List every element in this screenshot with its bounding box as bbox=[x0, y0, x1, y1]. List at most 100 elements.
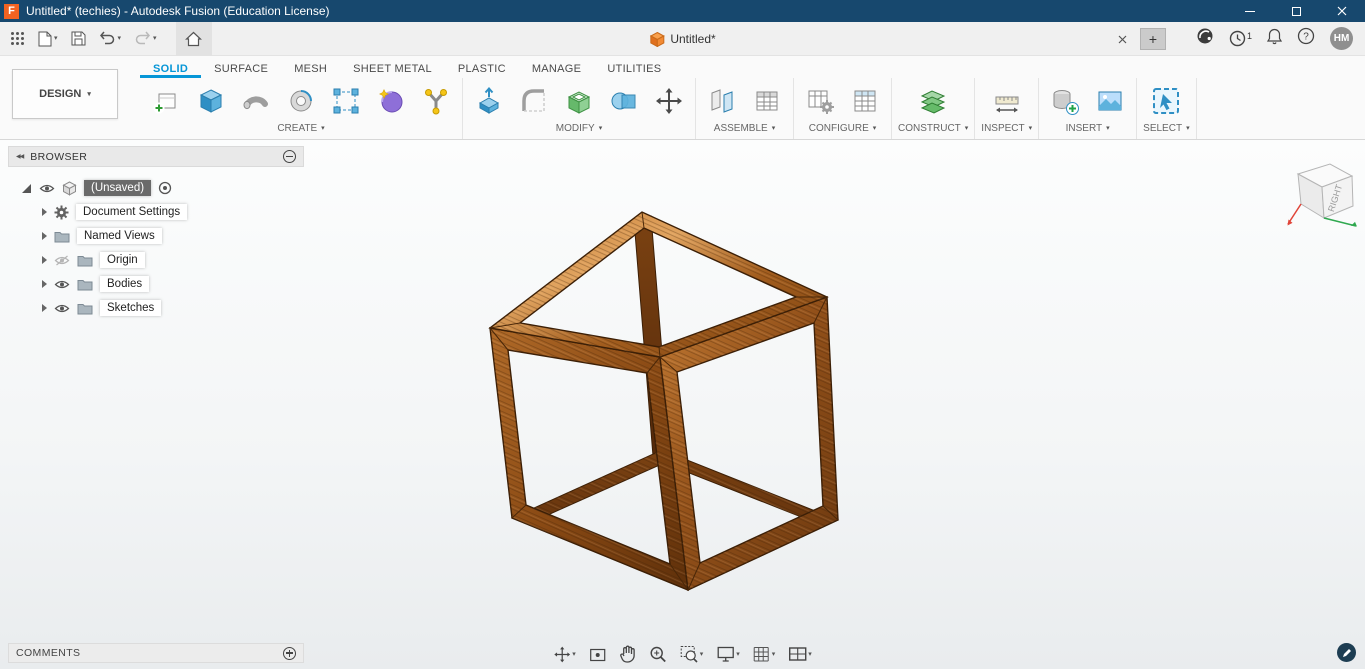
zoom-tool-button[interactable] bbox=[644, 642, 672, 666]
create-form-button[interactable] bbox=[371, 80, 411, 122]
job-status-button[interactable] bbox=[1196, 27, 1214, 50]
display-settings-button[interactable] bbox=[711, 643, 745, 665]
group-label-insert[interactable]: INSERT bbox=[1045, 123, 1130, 138]
redo-button[interactable] bbox=[134, 31, 157, 46]
look-at-tool-button[interactable] bbox=[584, 643, 612, 666]
construction-plane-button[interactable] bbox=[913, 80, 953, 122]
expand-arrow-icon[interactable] bbox=[42, 304, 47, 312]
browser-item-origin[interactable]: Origin bbox=[8, 248, 304, 272]
viewports-icon bbox=[788, 647, 806, 661]
root-document-label[interactable]: (Unsaved) bbox=[84, 180, 152, 196]
group-insert: INSERT bbox=[1039, 78, 1138, 139]
group-label-create[interactable]: CREATE bbox=[146, 123, 456, 138]
document-tab-close-button[interactable] bbox=[1108, 22, 1136, 56]
undo-button[interactable] bbox=[99, 31, 122, 46]
expand-arrow-icon[interactable] bbox=[42, 232, 47, 240]
app-grid-button[interactable] bbox=[10, 31, 25, 46]
tab-mesh[interactable]: MESH bbox=[281, 63, 340, 78]
group-label-select[interactable]: SELECT bbox=[1143, 123, 1189, 138]
select-button[interactable] bbox=[1146, 80, 1186, 122]
tab-surface[interactable]: SURFACE bbox=[201, 63, 281, 78]
split-body-button[interactable] bbox=[416, 80, 456, 122]
press-pull-button[interactable] bbox=[469, 80, 509, 122]
browser-item-sketches[interactable]: Sketches bbox=[8, 296, 304, 320]
group-label-inspect[interactable]: INSPECT bbox=[981, 123, 1032, 138]
expand-arrow-icon[interactable] bbox=[42, 208, 47, 216]
document-tab[interactable]: Untitled* bbox=[649, 22, 716, 56]
tree-item-label[interactable]: Named Views bbox=[77, 228, 162, 244]
configuration-table-button[interactable] bbox=[845, 80, 885, 122]
visibility-eye-icon[interactable] bbox=[54, 279, 70, 290]
view-cube[interactable]: RIGHT bbox=[1278, 152, 1365, 240]
viewports-button[interactable] bbox=[783, 644, 817, 664]
pan-tool-button[interactable] bbox=[615, 642, 641, 666]
browser-item-document-settings[interactable]: Document Settings bbox=[8, 200, 304, 224]
title-bar: F Untitled* (techies) - Autodesk Fusion … bbox=[0, 0, 1365, 22]
move-copy-button[interactable] bbox=[649, 80, 689, 122]
extrude-button[interactable] bbox=[191, 80, 231, 122]
coil-button[interactable] bbox=[281, 80, 321, 122]
save-button[interactable] bbox=[71, 31, 86, 46]
shell-button[interactable] bbox=[559, 80, 599, 122]
combine-button[interactable] bbox=[604, 80, 644, 122]
grid-settings-button[interactable] bbox=[748, 643, 781, 665]
group-label-modify[interactable]: MODIFY bbox=[469, 123, 689, 138]
chevron-down-icon bbox=[965, 125, 969, 132]
file-menu-button[interactable] bbox=[38, 31, 58, 47]
fit-tool-button[interactable] bbox=[675, 642, 709, 666]
feedback-button[interactable] bbox=[1337, 643, 1356, 662]
notifications-history-button[interactable]: 1 bbox=[1229, 30, 1252, 47]
browser-root-row[interactable]: (Unsaved) bbox=[8, 176, 304, 200]
insert-button[interactable] bbox=[1045, 80, 1085, 122]
tree-item-label[interactable]: Origin bbox=[100, 252, 145, 268]
tab-utilities[interactable]: UTILITIES bbox=[594, 63, 674, 78]
home-button[interactable] bbox=[175, 21, 212, 56]
new-document-tab-button[interactable] bbox=[1140, 28, 1166, 50]
measure-button[interactable] bbox=[987, 80, 1027, 122]
browser-minimize-button[interactable] bbox=[283, 150, 296, 163]
chevron-down-icon bbox=[700, 651, 704, 658]
browser-item-named-views[interactable]: Named Views bbox=[8, 224, 304, 248]
visibility-eye-icon[interactable] bbox=[54, 303, 70, 314]
tab-solid[interactable]: SOLID bbox=[140, 63, 202, 78]
avatar[interactable]: HM bbox=[1330, 27, 1353, 50]
group-label-configure[interactable]: CONFIGURE bbox=[800, 123, 885, 138]
create-sketch-button[interactable] bbox=[146, 80, 186, 122]
workspace-switcher[interactable]: DESIGN bbox=[12, 69, 118, 119]
pattern-button[interactable] bbox=[326, 80, 366, 122]
tree-item-label[interactable]: Sketches bbox=[100, 300, 162, 316]
comments-panel[interactable]: COMMENTS bbox=[8, 643, 304, 663]
orbit-tool-button[interactable] bbox=[548, 643, 581, 666]
notifications-button[interactable] bbox=[1266, 28, 1283, 50]
canvas-image-button[interactable] bbox=[1090, 80, 1130, 122]
configure-button[interactable] bbox=[800, 80, 840, 122]
activate-radio-icon[interactable] bbox=[158, 181, 172, 195]
expand-arrow-icon[interactable] bbox=[42, 256, 47, 264]
close-button[interactable] bbox=[1319, 0, 1365, 22]
group-label-construct[interactable]: CONSTRUCT bbox=[898, 123, 968, 138]
browser-header[interactable]: BROWSER bbox=[8, 146, 304, 167]
help-button[interactable]: ? bbox=[1297, 27, 1315, 50]
visibility-eye-icon[interactable] bbox=[39, 183, 55, 194]
visibility-eye-off-icon[interactable] bbox=[54, 255, 70, 266]
revolve-button[interactable] bbox=[236, 80, 276, 122]
minimize-button[interactable] bbox=[1227, 0, 1273, 22]
joint-button[interactable] bbox=[747, 80, 787, 122]
maximize-button[interactable] bbox=[1273, 0, 1319, 22]
revolve-icon bbox=[243, 95, 268, 109]
tab-manage[interactable]: MANAGE bbox=[519, 63, 594, 78]
expand-comments-button[interactable] bbox=[283, 646, 296, 660]
tab-sheet-metal[interactable]: SHEET METAL bbox=[340, 63, 445, 78]
viewport-canvas[interactable]: RIGHT BROWSER (Unsaved) bbox=[0, 140, 1365, 669]
tree-item-label[interactable]: Document Settings bbox=[76, 204, 188, 220]
image-icon bbox=[1098, 91, 1122, 110]
group-label-assemble[interactable]: ASSEMBLE bbox=[702, 123, 787, 138]
browser-item-bodies[interactable]: Bodies bbox=[8, 272, 304, 296]
fillet-button[interactable] bbox=[514, 80, 554, 122]
model-wooden-cube[interactable] bbox=[430, 190, 860, 610]
new-component-button[interactable] bbox=[702, 80, 742, 122]
collapse-panel-icon[interactable] bbox=[16, 153, 23, 160]
tree-item-label[interactable]: Bodies bbox=[100, 276, 150, 292]
tab-plastic[interactable]: PLASTIC bbox=[445, 63, 519, 78]
expand-arrow-icon[interactable] bbox=[42, 280, 47, 288]
